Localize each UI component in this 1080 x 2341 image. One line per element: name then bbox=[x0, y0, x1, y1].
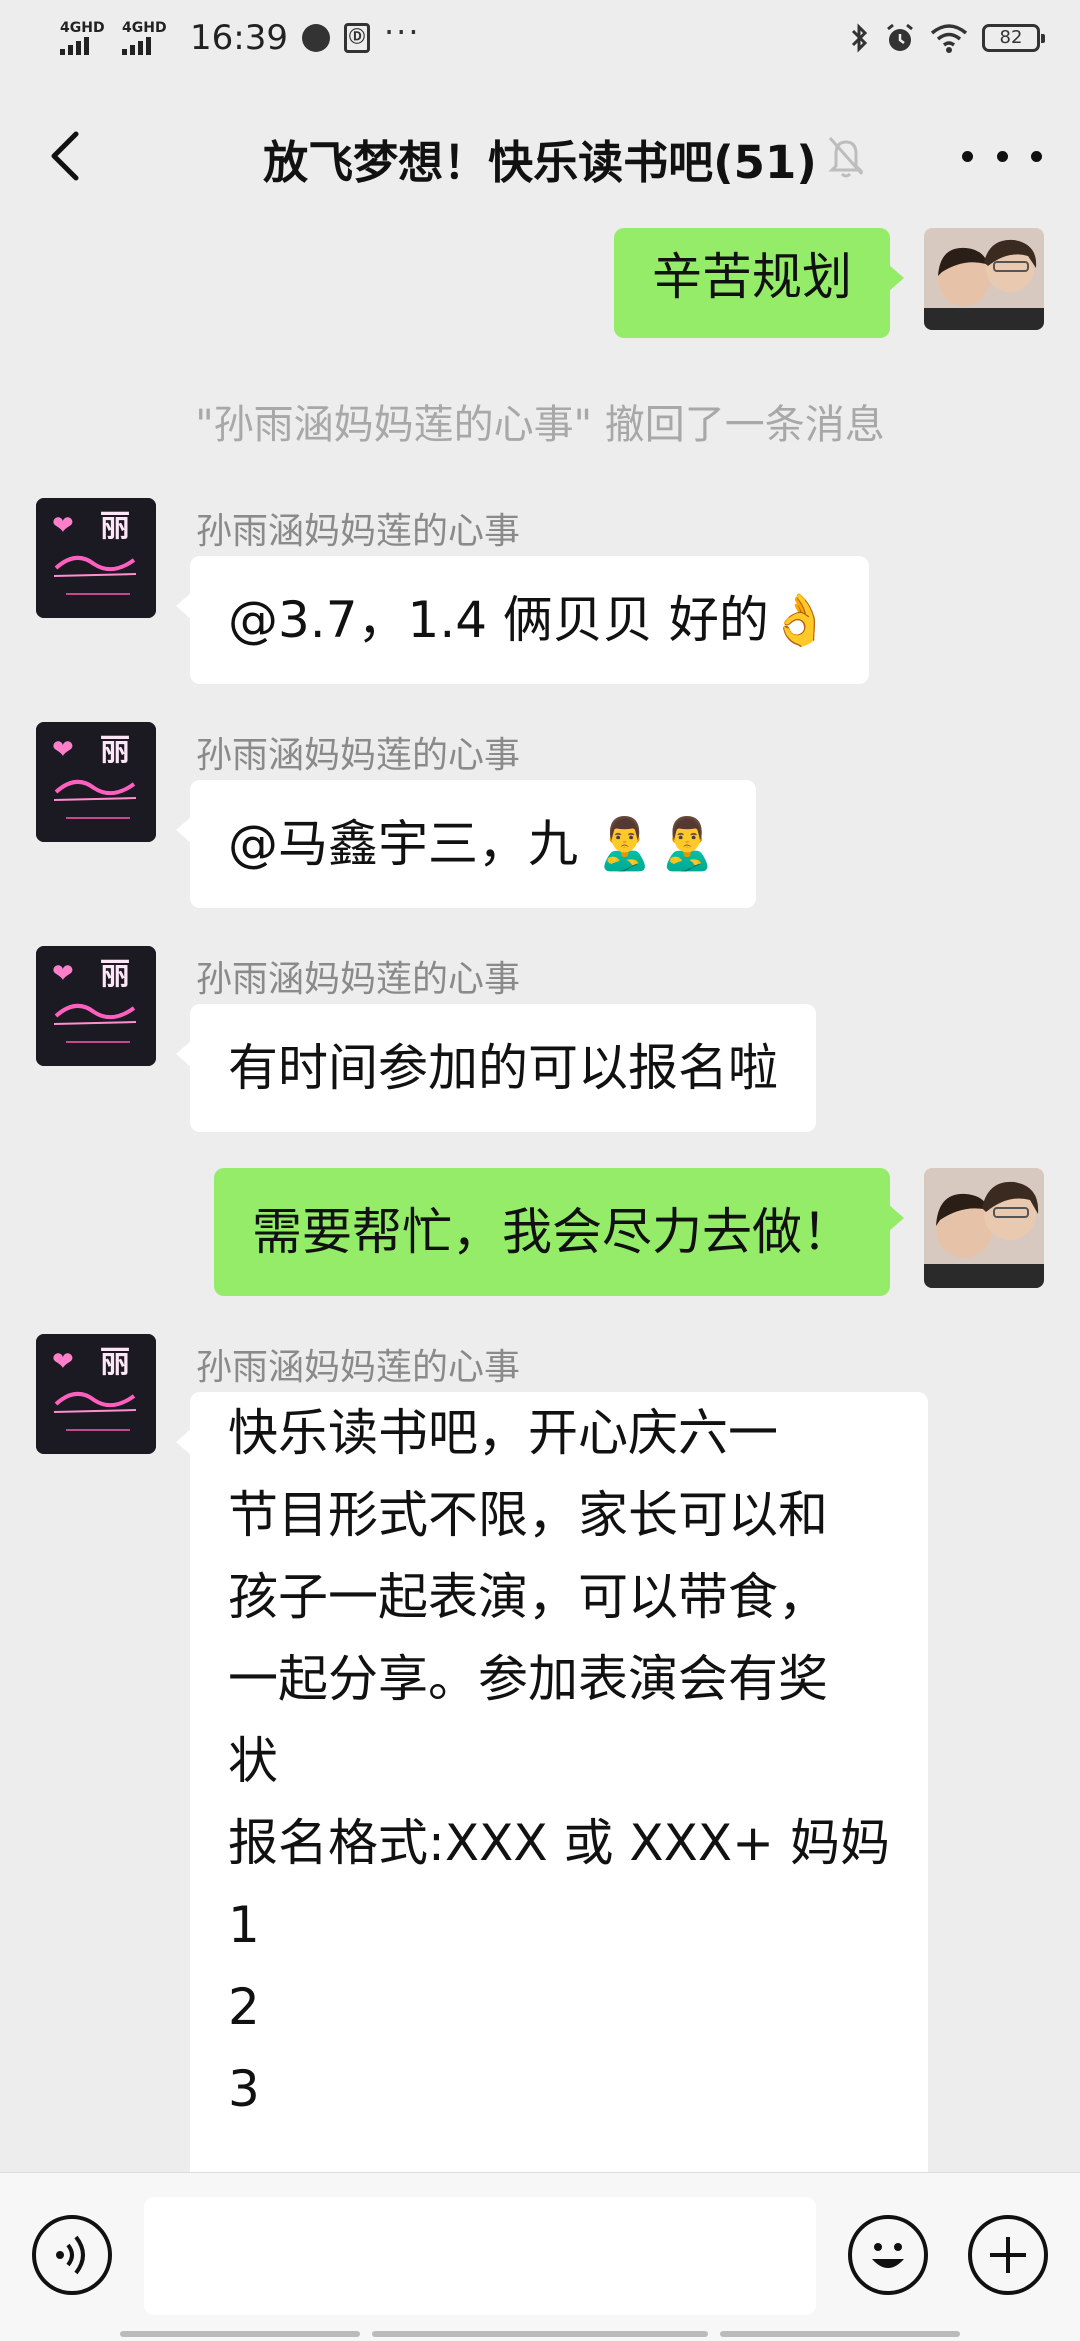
svg-text:丽: 丽 bbox=[100, 509, 130, 544]
location-icon bbox=[301, 24, 330, 52]
wifi-icon bbox=[930, 24, 968, 53]
sender-avatar[interactable]: ❤ 丽 bbox=[36, 722, 156, 842]
message-bubble[interactable]: 有时间参加的可以报名啦 bbox=[176, 1004, 816, 1132]
sender-name: 孙雨涵妈妈莲的心事 bbox=[196, 1347, 521, 1388]
message-bubble[interactable]: 需要帮忙，我会尽力去做！ bbox=[214, 1168, 904, 1296]
my-avatar[interactable] bbox=[924, 228, 1044, 330]
battery-icon: 82 bbox=[982, 24, 1045, 52]
sender-avatar[interactable]: ❤ 丽 bbox=[36, 1334, 156, 1454]
message-bubble[interactable]: 辛苦规划 bbox=[614, 228, 904, 338]
status-time: 16:39 bbox=[190, 18, 288, 58]
nav-handle bbox=[120, 2331, 360, 2337]
my-avatar[interactable] bbox=[924, 1168, 1044, 1288]
more-options-button[interactable] bbox=[962, 126, 1042, 186]
svg-text:丽: 丽 bbox=[100, 957, 130, 992]
voice-icon bbox=[56, 2235, 85, 2275]
more-actions-button[interactable] bbox=[968, 2215, 1048, 2295]
svg-text:❤: ❤ bbox=[52, 1347, 74, 1377]
message-bubble[interactable]: 快乐读书吧，开心庆六一 节目形式不限，家长可以和 孩子一起表演，可以带食， 一起… bbox=[176, 1392, 928, 2172]
mute-bell-icon bbox=[828, 137, 864, 178]
svg-text:丽: 丽 bbox=[100, 733, 130, 768]
plus-icon bbox=[990, 2237, 1026, 2273]
signal-icon: 4GHD bbox=[60, 21, 108, 55]
sender-name: 孙雨涵妈妈莲的心事 bbox=[196, 735, 521, 776]
person-emoji: 🙎‍♂️🙎‍♂️ bbox=[593, 815, 719, 873]
ok-hand-emoji: 👌 bbox=[768, 591, 832, 649]
nav-handle bbox=[372, 2331, 708, 2337]
more-notifications-icon: ··· bbox=[383, 13, 421, 51]
svg-text:❤: ❤ bbox=[52, 511, 74, 541]
message-input[interactable] bbox=[144, 2197, 816, 2315]
message-list[interactable]: 辛苦规划 "孙雨涵妈妈莲的心事" 撤回了一条消息 ❤ 丽 孙雨涵妈妈莲的心事 @3… bbox=[0, 228, 1080, 2172]
alarm-icon bbox=[887, 23, 913, 51]
nav-handle bbox=[720, 2331, 960, 2337]
sim-icon: Ⓓ bbox=[343, 23, 370, 53]
svg-text:❤: ❤ bbox=[52, 959, 74, 989]
svg-text:丽: 丽 bbox=[100, 1345, 130, 1380]
sender-name: 孙雨涵妈妈莲的心事 bbox=[196, 511, 521, 552]
message-bubble[interactable]: @3.7，1.4 俩贝贝 好的👌 bbox=[175, 556, 870, 684]
sender-avatar[interactable]: ❤ 丽 bbox=[36, 946, 156, 1066]
sender-avatar[interactable]: ❤ 丽 bbox=[36, 498, 156, 618]
system-message: "孙雨涵妈妈莲的心事" 撤回了一条消息 bbox=[195, 402, 885, 448]
voice-input-button[interactable] bbox=[32, 2215, 112, 2295]
signal-icon-2: 4GHD bbox=[122, 21, 170, 55]
chat-header: 放飞梦想！快乐读书吧(51) bbox=[0, 84, 1080, 228]
message-bubble[interactable]: @马鑫宇三，九 🙎‍♂️🙎‍♂️ bbox=[175, 780, 757, 908]
status-bar: 4GHD 4GHD 16:39 Ⓓ ··· 82 bbox=[0, 0, 1080, 84]
svg-text:❤: ❤ bbox=[52, 735, 74, 765]
bluetooth-icon bbox=[851, 23, 868, 53]
input-bar bbox=[0, 2172, 1080, 2341]
sender-name: 孙雨涵妈妈莲的心事 bbox=[196, 959, 521, 1000]
emoji-button[interactable] bbox=[848, 2215, 928, 2295]
chat-title: 放飞梦想！快乐读书吧(51) bbox=[263, 136, 817, 189]
smiley-icon bbox=[872, 2243, 904, 2268]
